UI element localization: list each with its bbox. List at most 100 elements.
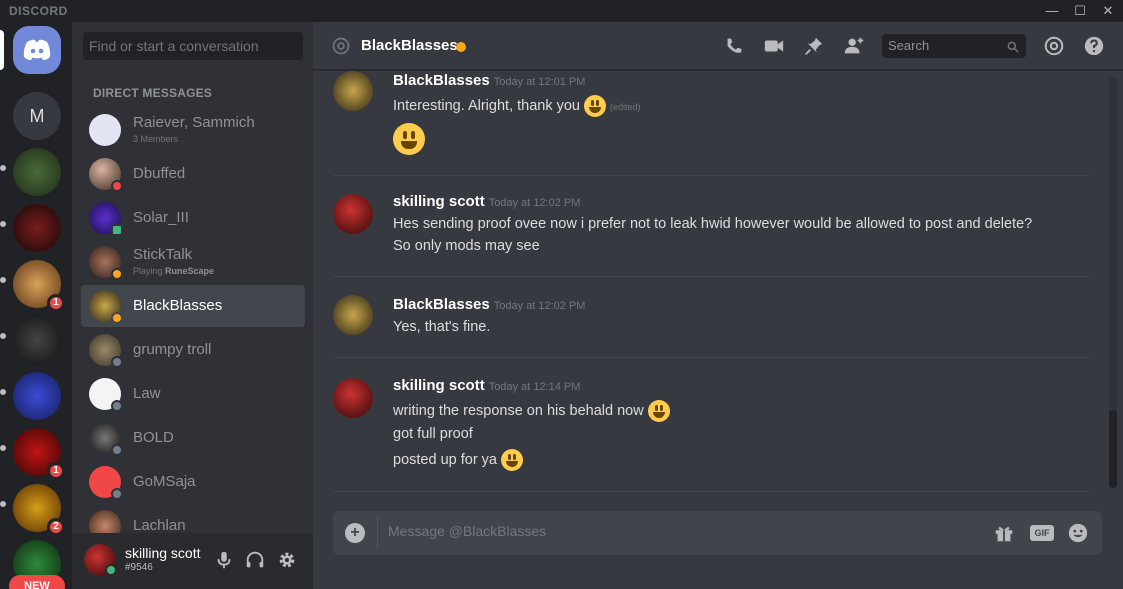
message-list: BlackBlasses Today at 12:01 PM Interestin…: [313, 71, 1109, 511]
unread-dot: [0, 389, 6, 395]
dm-name: Law: [133, 385, 161, 402]
close-button[interactable]: ✕: [1094, 0, 1122, 22]
at-sign-icon: [331, 36, 351, 56]
message-divider: [333, 491, 1089, 492]
idle-status-icon: [456, 42, 466, 52]
add-friend-icon[interactable]: [843, 35, 865, 57]
server-icon[interactable]: 1: [13, 428, 65, 480]
mobile-status-icon: [111, 224, 123, 236]
message-text: writing the response on his behald now: [393, 400, 670, 422]
dm-item[interactable]: Lachlan: [81, 505, 305, 533]
dm-item[interactable]: Solar_III: [81, 197, 305, 239]
server-icon[interactable]: [13, 204, 61, 252]
home-button[interactable]: [13, 26, 61, 74]
server-icon[interactable]: 1: [13, 260, 65, 312]
dm-name: BlackBlasses: [133, 297, 223, 314]
message-composer: + Message @BlackBlasses GIF: [333, 511, 1102, 555]
unread-dot: [0, 221, 6, 227]
dm-item[interactable]: grumpy troll: [81, 329, 305, 371]
dm-name: StickTalk: [133, 246, 193, 263]
message-author[interactable]: skilling scott Today at 12:02 PM: [393, 193, 580, 210]
settings-gear-icon[interactable]: [276, 549, 298, 571]
dm-name: Lachlan: [133, 517, 186, 533]
author-avatar[interactable]: [333, 71, 373, 111]
app-brand: DISCORD: [9, 4, 68, 18]
find-conversation-input[interactable]: Find or start a conversation: [83, 32, 303, 60]
dm-item-group[interactable]: Raiever, Sammich 3 Members: [81, 109, 305, 151]
dm-name: Solar_III: [133, 209, 189, 226]
headphones-icon[interactable]: [244, 549, 266, 571]
dm-sidebar: Find or start a conversation DIRECT MESS…: [72, 22, 313, 589]
message-author[interactable]: skilling scott Today at 12:14 PM: [393, 377, 580, 394]
dm-member-count: 3 Members: [133, 134, 179, 144]
author-avatar[interactable]: [333, 194, 373, 234]
avatar: [89, 510, 121, 533]
message-author[interactable]: BlackBlasses Today at 12:02 PM: [393, 296, 585, 313]
unread-dot: [0, 165, 6, 171]
pinned-messages-icon[interactable]: [803, 35, 825, 57]
message-timestamp: Today at 12:01 PM: [493, 76, 586, 88]
discord-app: DISCORD — ☐ ✕ M 1 1 2 5 NEW Find or: [0, 0, 1123, 589]
server-icon[interactable]: 2: [13, 484, 65, 536]
server-m[interactable]: M: [13, 92, 61, 140]
smiley-emoji-icon: [501, 449, 524, 471]
message-text: Yes, that's fine.: [393, 319, 491, 335]
discord-logo-icon: [13, 26, 61, 74]
mention-badge: 1: [47, 294, 65, 312]
mention-badge: 1: [47, 462, 65, 480]
microphone-icon[interactable]: [213, 549, 235, 571]
edited-marker: (edited): [610, 101, 641, 112]
author-avatar[interactable]: [333, 295, 373, 335]
maximize-button[interactable]: ☐: [1066, 0, 1094, 22]
search-input[interactable]: Search: [882, 34, 1026, 58]
dm-section-header: DIRECT MESSAGES: [93, 86, 213, 100]
help-icon[interactable]: [1083, 35, 1105, 57]
minimize-button[interactable]: —: [1038, 0, 1066, 22]
new-unreads-button[interactable]: NEW: [9, 575, 65, 589]
message-timestamp: Today at 12:02 PM: [488, 197, 581, 209]
user-panel: skilling scott #9546: [72, 533, 313, 589]
server-rail: M 1 1 2 5 NEW: [0, 22, 72, 589]
gif-button[interactable]: GIF: [1030, 525, 1054, 541]
message-jumbo-emoji: [393, 123, 425, 155]
dm-item[interactable]: Law: [81, 373, 305, 415]
message-author[interactable]: BlackBlasses Today at 12:01 PM: [393, 72, 585, 89]
offline-status-icon: [111, 488, 123, 500]
message-input[interactable]: Message @BlackBlasses: [388, 523, 546, 539]
dm-item-active[interactable]: BlackBlasses: [81, 285, 305, 327]
dm-item[interactable]: GoMSaja: [81, 461, 305, 503]
dm-item[interactable]: Dbuffed: [81, 153, 305, 195]
idle-status-icon: [111, 268, 123, 280]
emoji-picker-icon[interactable]: [1067, 522, 1089, 544]
gift-icon[interactable]: [993, 522, 1015, 544]
voice-call-icon[interactable]: [723, 35, 745, 57]
server-icon[interactable]: [13, 372, 61, 420]
mentions-icon[interactable]: [1043, 35, 1065, 57]
dm-name: grumpy troll: [133, 341, 212, 358]
offline-status-icon: [111, 444, 123, 456]
chat-area: BlackBlasses Search BlackBlasses Today a…: [313, 22, 1123, 589]
server-icon[interactable]: [13, 148, 61, 196]
message-text: So only mods may see: [393, 238, 540, 254]
dm-name: GoMSaja: [133, 473, 196, 490]
online-status-icon: [105, 564, 117, 576]
video-call-icon[interactable]: [763, 35, 785, 57]
dm-item[interactable]: BOLD: [81, 417, 305, 459]
channel-title: BlackBlasses: [361, 37, 458, 54]
unread-dot: [0, 445, 6, 451]
smiley-emoji-icon: [647, 400, 670, 422]
unread-dot: [0, 333, 6, 339]
author-avatar[interactable]: [333, 378, 373, 418]
dm-item[interactable]: StickTalk Playing RuneScape: [81, 241, 305, 283]
idle-status-icon: [111, 312, 123, 324]
upload-plus-icon[interactable]: +: [345, 523, 365, 543]
message-text: Hes sending proof ovee now i prefer not …: [393, 216, 1033, 232]
group-avatar-icon: [89, 114, 121, 146]
title-bar: DISCORD — ☐ ✕: [0, 0, 1123, 22]
dm-activity: Playing RuneScape: [133, 266, 215, 276]
channel-header: BlackBlasses Search: [313, 22, 1123, 70]
server-icon[interactable]: [13, 316, 61, 364]
message-scrollbar-thumb[interactable]: [1109, 410, 1117, 488]
unread-dot: [0, 277, 6, 283]
active-server-pill: [0, 30, 4, 70]
